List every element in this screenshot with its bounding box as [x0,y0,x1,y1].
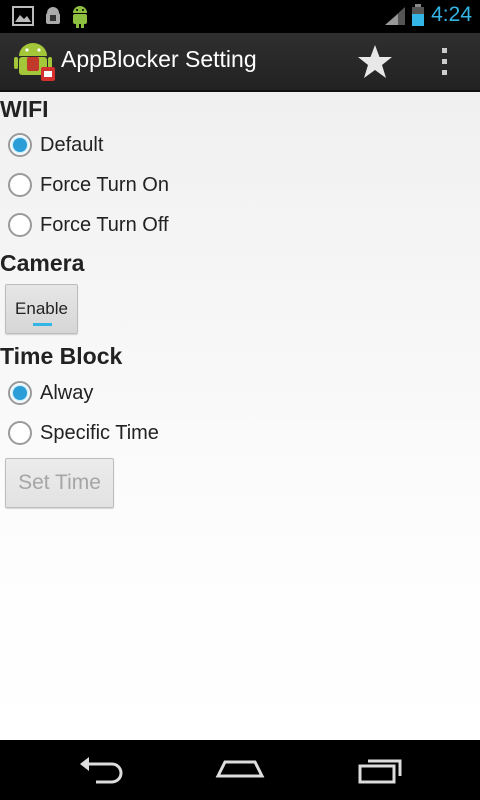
app-title: AppBlocker Setting [61,46,257,72]
recent-apps-icon[interactable] [356,754,406,786]
radio-label: Alway [40,381,94,404]
camera-section-title: Camera [0,250,85,276]
back-icon[interactable] [76,754,126,786]
radio-label: Force Turn On [40,173,169,196]
toggle-indicator [33,323,52,326]
wifi-option-force-off[interactable]: Force Turn Off [8,208,169,242]
camera-enable-button[interactable]: Enable [5,284,78,334]
action-bar: AppBlocker Setting [0,33,480,92]
radio-button-checked[interactable] [8,133,32,157]
settings-content: WIFI Default Force Turn On Force Turn Of… [0,92,480,740]
wifi-section-title: WIFI [0,96,49,122]
status-time: 4:24 [431,3,472,26]
wifi-option-force-on[interactable]: Force Turn On [8,168,169,202]
android-debug-icon [42,6,64,30]
android-robot-icon [69,3,91,33]
button-label: Set Time [18,471,101,494]
time-option-alway[interactable]: Alway [8,376,93,410]
radio-button[interactable] [8,213,32,237]
star-icon[interactable] [354,41,396,83]
radio-label: Specific Time [40,421,159,444]
time-block-section-title: Time Block [0,343,123,369]
status-bar: 4:24 [0,0,480,33]
radio-label: Force Turn Off [40,213,169,236]
battery-icon [411,4,425,30]
radio-button[interactable] [8,173,32,197]
radio-label: Default [40,133,104,156]
time-option-specific[interactable]: Specific Time [8,416,159,450]
home-icon[interactable] [215,754,265,786]
navigation-bar [0,740,480,800]
radio-button-checked[interactable] [8,381,32,405]
overflow-menu-icon[interactable] [432,45,456,79]
set-time-button[interactable]: Set Time [5,458,114,508]
radio-button[interactable] [8,421,32,445]
gallery-icon [12,6,34,30]
button-label: Enable [15,299,68,318]
signal-icon [384,6,406,30]
app-icon[interactable] [13,39,57,83]
wifi-option-default[interactable]: Default [8,128,103,162]
